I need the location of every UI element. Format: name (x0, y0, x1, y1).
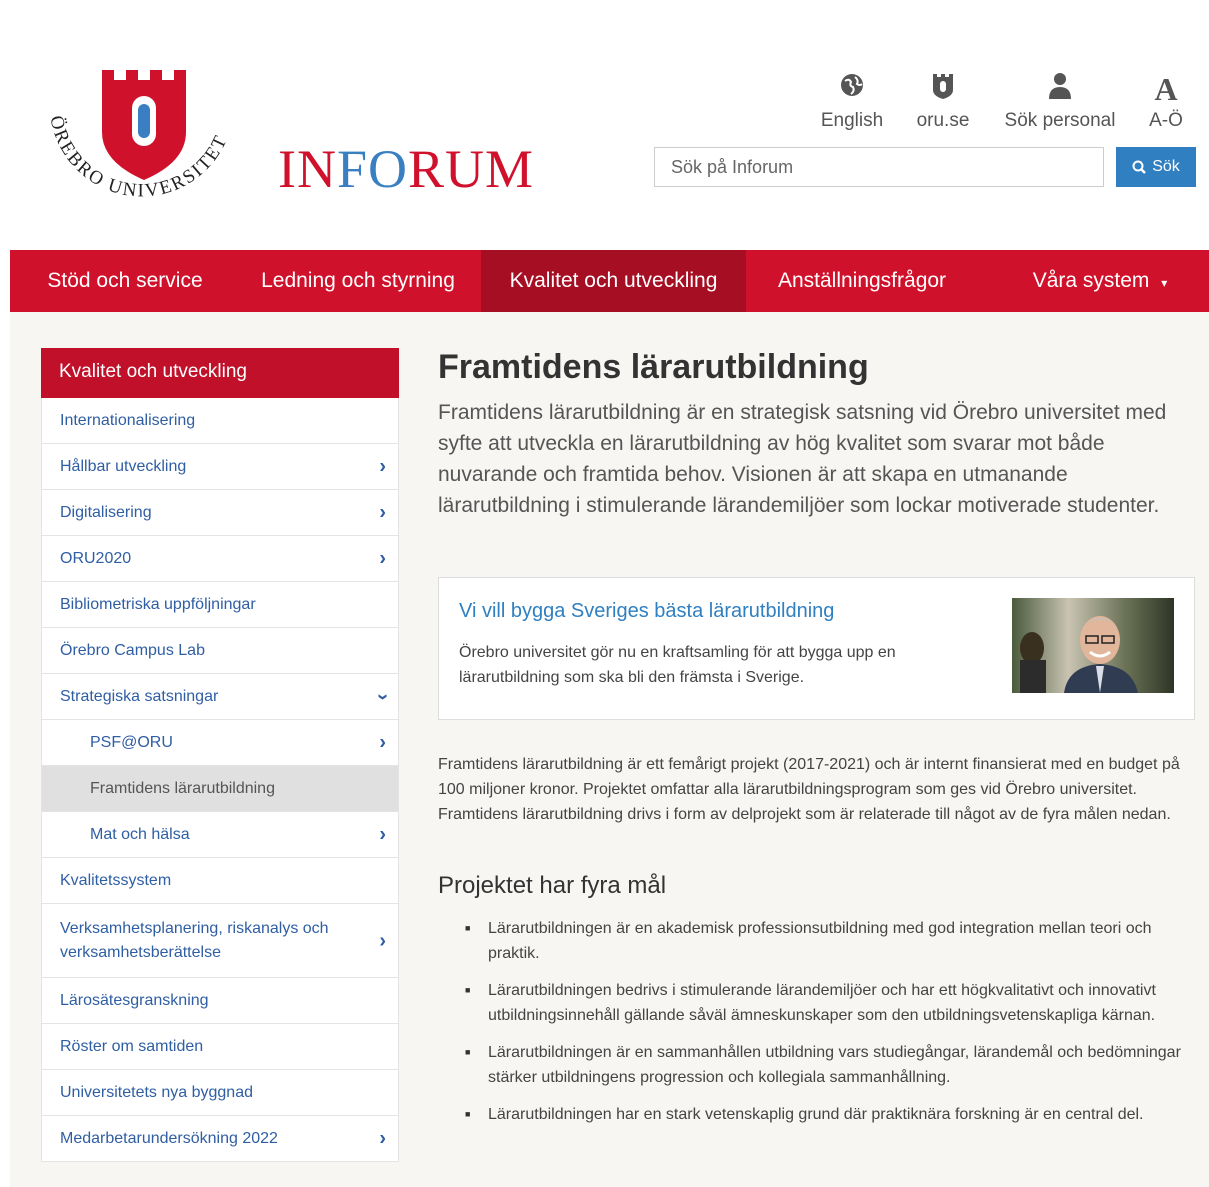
sidebar-item-bibliometriska[interactable]: Bibliometriska uppföljningar (41, 582, 399, 628)
search-input[interactable]: Sök på Inforum (654, 147, 1104, 187)
search-icon (1132, 160, 1147, 174)
list-item: Lärarutbildningen bedrivs i stimulerande… (462, 978, 1182, 1028)
sidebar-item-larosatesgranskning[interactable]: Lärosätesgranskning (41, 978, 399, 1024)
chevron-right-icon[interactable]: › (379, 929, 386, 953)
list-item: Lärarutbildningen har en stark vetenskap… (462, 1102, 1182, 1127)
site-brand[interactable]: INFORUM (278, 138, 534, 200)
sidebar-item-nya-byggnad[interactable]: Universitetets nya byggnad (41, 1070, 399, 1116)
body-paragraph: Framtidens lärarutbildning är ett femåri… (438, 756, 1180, 823)
sidebar-item-hallbar-utveckling[interactable]: Hållbar utveckling › (41, 444, 399, 490)
nav-item-kvalitet-och-utveckling[interactable]: Kvalitet och utveckling (481, 250, 746, 312)
sidebar-title[interactable]: Kvalitet och utveckling (41, 348, 399, 398)
search-button[interactable]: Sök (1116, 147, 1196, 187)
chevron-right-icon[interactable]: › (379, 501, 386, 524)
feature-card-title[interactable]: Vi vill bygga Sveriges bästa lärarutbild… (459, 600, 834, 623)
sidebar-item-roster-om-samtiden[interactable]: Röster om samtiden (41, 1024, 399, 1070)
goals-heading: Projektet har fyra mål (438, 872, 667, 899)
az-icon: A (1154, 71, 1178, 107)
person-icon (1000, 72, 1120, 106)
quicklink-english[interactable]: English (818, 72, 886, 132)
quicklink-a-o[interactable]: A A-Ö (1144, 72, 1188, 132)
sidebar-item-verksamhetsplanering[interactable]: Verksamhetsplanering, riskanalys och ver… (41, 904, 399, 978)
chevron-down-icon[interactable]: › (371, 693, 394, 700)
nav-item-vara-system[interactable]: Våra system ▾ (1020, 250, 1180, 312)
sidebar-item-medarbetarundersokning[interactable]: Medarbetarundersökning 2022 › (41, 1116, 399, 1162)
sidebar-item-strategiska-satsningar[interactable]: Strategiska satsningar › (41, 674, 399, 720)
sidebar: Kvalitet och utveckling Internationalise… (41, 348, 399, 1162)
main-content: Framtidens lärarutbildning Framtidens lä… (438, 345, 1193, 521)
sidebar-item-kvalitetssystem[interactable]: Kvalitetssystem (41, 858, 399, 904)
chevron-right-icon[interactable]: › (379, 1127, 386, 1150)
feature-card[interactable]: Vi vill bygga Sveriges bästa lärarutbild… (438, 577, 1195, 720)
list-item: Lärarutbildningen är en sammanhållen utb… (462, 1040, 1182, 1090)
chevron-right-icon[interactable]: › (379, 455, 386, 478)
quicklink-oru[interactable]: oru.se (910, 72, 976, 132)
site-header: ÖREBRO UNIVERSITET INFORUM English oru.s… (0, 0, 1209, 250)
nav-item-stod-och-service[interactable]: Stöd och service (24, 250, 226, 312)
feature-card-text: Örebro universitet gör nu en kraftsamlin… (459, 644, 896, 686)
university-logo[interactable]: ÖREBRO UNIVERSITET (32, 62, 252, 232)
main-nav: Stöd och service Ledning och styrning Kv… (10, 250, 1209, 312)
caret-down-icon: ▾ (1161, 276, 1168, 290)
goals-list: Lärarutbildningen är en akademisk profes… (462, 916, 1182, 1139)
sidebar-item-campus-lab[interactable]: Örebro Campus Lab (41, 628, 399, 674)
sidebar-item-mat-och-halsa[interactable]: Mat och hälsa › (41, 812, 399, 858)
page-title: Framtidens lärarutbildning (438, 348, 869, 386)
list-item: Lärarutbildningen är en akademisk profes… (462, 916, 1182, 966)
lead-paragraph: Framtidens lärarutbildning är en strateg… (438, 401, 1167, 517)
sidebar-item-psf-oru[interactable]: PSF@ORU › (41, 720, 399, 766)
chevron-right-icon[interactable]: › (379, 823, 386, 846)
chevron-right-icon[interactable]: › (379, 547, 386, 570)
chevron-right-icon[interactable]: › (379, 731, 386, 754)
sidebar-item-oru2020[interactable]: ORU2020 › (41, 536, 399, 582)
globe-icon (818, 72, 886, 106)
nav-item-ledning-och-styrning[interactable]: Ledning och styrning (236, 250, 480, 312)
feature-card-photo[interactable] (1012, 598, 1174, 693)
nav-item-anstallningsfragor[interactable]: Anställningsfrågor (752, 250, 972, 312)
sidebar-item-internationalisering[interactable]: Internationalisering (41, 398, 399, 444)
quicklink-staff-search[interactable]: Sök personal (1000, 72, 1120, 132)
university-logo-icon (910, 72, 976, 106)
sidebar-item-framtidens-lararutbildning[interactable]: Framtidens lärarutbildning (41, 766, 399, 812)
sidebar-item-digitalisering[interactable]: Digitalisering › (41, 490, 399, 536)
